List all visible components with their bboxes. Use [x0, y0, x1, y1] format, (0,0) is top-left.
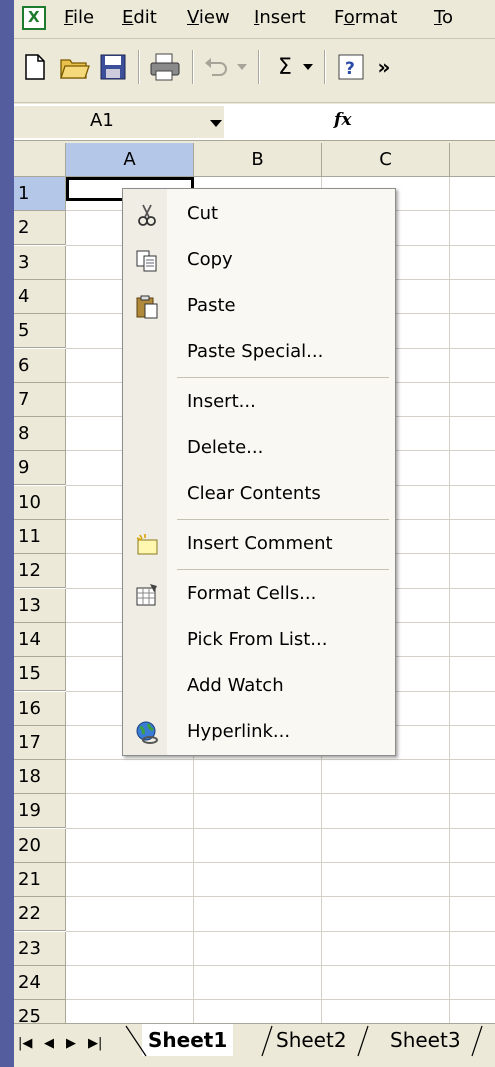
grid-line — [66, 793, 495, 794]
menu-item-delete[interactable]: Delete... — [123, 427, 395, 471]
column-header-d-partial[interactable] — [450, 143, 495, 177]
row-header-23[interactable]: 23 — [14, 932, 66, 966]
menu-item-add-watch[interactable]: Add Watch — [123, 665, 395, 709]
menu-item-copy[interactable]: Copy — [123, 239, 395, 283]
name-box-value: A1 — [90, 110, 114, 131]
open-folder-icon[interactable] — [60, 52, 90, 82]
row-header-15[interactable]: 15 — [14, 657, 66, 691]
row-header-13[interactable]: 13 — [14, 589, 66, 623]
sheet-tab-bar: |◀ ◀ ▶ ▶| Sheet1 Sheet2 Sheet3 — [14, 1023, 495, 1067]
menu-tools[interactable]: To — [434, 7, 453, 28]
next-sheet-icon[interactable]: ▶ — [66, 1036, 76, 1051]
grid-line — [66, 759, 495, 760]
grid-line — [66, 965, 495, 966]
menu-item-hyperlink[interactable]: Hyperlink... — [123, 711, 395, 755]
menu-insert[interactable]: Insert — [254, 7, 306, 28]
sheet-tab-outlines — [125, 1025, 483, 1057]
row-header-17[interactable]: 17 — [14, 726, 66, 760]
name-box-dropdown-icon[interactable] — [210, 120, 222, 127]
row-header-5[interactable]: 5 — [14, 314, 66, 348]
menu-separator — [177, 569, 389, 570]
autosum-icon[interactable]: Σ — [270, 52, 300, 82]
toolbar-separator — [192, 50, 194, 84]
column-header-b[interactable]: B — [194, 143, 322, 177]
row-header-11[interactable]: 11 — [14, 520, 66, 554]
scissors-icon — [135, 203, 159, 227]
menu-item-insert[interactable]: Insert... — [123, 381, 395, 425]
select-all-corner[interactable] — [14, 143, 66, 177]
menu-separator — [177, 519, 389, 520]
menu-item-cut[interactable]: Cut — [123, 193, 395, 237]
grid-line — [66, 931, 495, 932]
standard-toolbar: Σ ? » — [14, 40, 495, 103]
undo-icon[interactable] — [202, 52, 232, 82]
row-header-6[interactable]: 6 — [14, 349, 66, 383]
menu-item-insert-comment[interactable]: Insert Comment — [123, 523, 395, 567]
menu-view[interactable]: View — [187, 7, 230, 28]
row-header-21[interactable]: 21 — [14, 863, 66, 897]
menu-item-paste-special[interactable]: Paste Special... — [123, 331, 395, 375]
grid-line — [66, 896, 495, 897]
globe-link-icon — [135, 721, 159, 745]
toolbar-separator — [324, 50, 326, 84]
row-header-3[interactable]: 3 — [14, 246, 66, 280]
grid-line — [66, 862, 495, 863]
menu-item-clear-contents[interactable]: Clear Contents — [123, 473, 395, 517]
first-sheet-icon[interactable]: |◀ — [18, 1036, 32, 1051]
row-header-18[interactable]: 18 — [14, 760, 66, 794]
copy-icon — [135, 249, 159, 273]
svg-text:?: ? — [345, 59, 355, 79]
menu-item-format-cells[interactable]: Format Cells... — [123, 573, 395, 617]
insert-function-icon[interactable]: fx — [334, 110, 351, 130]
row-header-1[interactable]: 1 — [14, 177, 66, 211]
formula-bar: A1 fx — [14, 104, 495, 141]
row-header-22[interactable]: 22 — [14, 897, 66, 931]
excel-logo-icon[interactable] — [22, 6, 46, 30]
menu-item-pick-from-list[interactable]: Pick From List... — [123, 619, 395, 663]
last-sheet-icon[interactable]: ▶| — [88, 1036, 102, 1051]
help-icon[interactable]: ? — [336, 52, 366, 82]
row-header-24[interactable]: 24 — [14, 966, 66, 1000]
menu-format[interactable]: Format — [334, 7, 397, 28]
toolbar-separator — [138, 50, 140, 84]
grid-line — [66, 828, 495, 829]
toolbar-separator — [258, 50, 260, 84]
row-header-7[interactable]: 7 — [14, 383, 66, 417]
row-header-4[interactable]: 4 — [14, 280, 66, 314]
excel-window: File Edit View Insert Format To Σ — [14, 0, 495, 1067]
row-header-10[interactable]: 10 — [14, 486, 66, 520]
context-menu: Cut Copy Paste Paste Special... Insert..… — [122, 188, 396, 756]
autosum-dropdown-icon[interactable] — [300, 52, 316, 82]
previous-sheet-icon[interactable]: ◀ — [44, 1036, 54, 1051]
comment-icon — [135, 533, 159, 557]
toolbar-more-chevron-icon[interactable]: » — [374, 52, 394, 82]
column-header-c[interactable]: C — [322, 143, 450, 177]
menu-item-paste[interactable]: Paste — [123, 285, 395, 329]
print-icon[interactable] — [150, 52, 180, 82]
grid-line — [449, 177, 450, 1023]
menu-file[interactable]: File — [64, 7, 94, 28]
row-header-14[interactable]: 14 — [14, 623, 66, 657]
name-box[interactable]: A1 — [14, 106, 224, 138]
save-disk-icon[interactable] — [98, 52, 128, 82]
grid-line — [66, 999, 495, 1000]
clipboard-icon — [135, 295, 159, 319]
row-header-8[interactable]: 8 — [14, 417, 66, 451]
column-header-a[interactable]: A — [66, 143, 194, 177]
row-header-2[interactable]: 2 — [14, 211, 66, 245]
format-cells-icon — [135, 583, 159, 607]
undo-dropdown-icon[interactable] — [234, 52, 250, 82]
row-header-9[interactable]: 9 — [14, 451, 66, 485]
row-header-12[interactable]: 12 — [14, 554, 66, 588]
new-document-icon[interactable] — [20, 52, 50, 82]
row-header-19[interactable]: 19 — [14, 794, 66, 828]
row-header-16[interactable]: 16 — [14, 692, 66, 726]
menu-bar: File Edit View Insert Format To — [14, 0, 495, 39]
menu-edit[interactable]: Edit — [122, 7, 157, 28]
row-header-20[interactable]: 20 — [14, 829, 66, 863]
menu-separator — [177, 377, 389, 378]
